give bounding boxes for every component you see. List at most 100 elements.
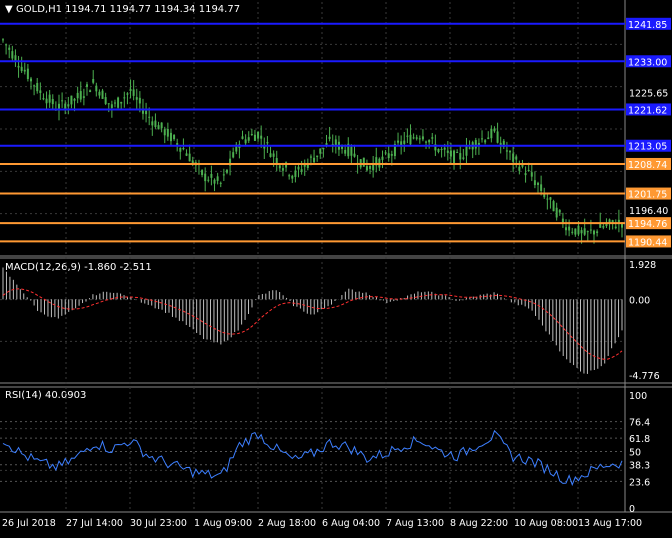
price-candle-body	[462, 157, 465, 159]
rsi-tick: 61.8	[629, 434, 650, 445]
price-candle-body	[29, 78, 32, 82]
price-candle-body	[20, 66, 23, 71]
price-candle-body	[247, 137, 250, 141]
price-candle-body	[558, 210, 561, 213]
price-candle-body	[397, 140, 400, 143]
price-candle-body	[580, 230, 583, 234]
price-candle-body	[70, 95, 73, 105]
price-candle-body	[334, 139, 337, 146]
symbol-dropdown-arrow[interactable]: ▼	[5, 4, 13, 15]
price-candle-body	[589, 229, 592, 231]
price-candle-body	[443, 147, 446, 150]
price-candle-body	[515, 156, 518, 160]
price-candle-body	[244, 139, 247, 144]
price-candle-body	[39, 90, 42, 93]
price-candle-body	[309, 156, 312, 158]
price-candle-body	[101, 90, 104, 99]
price-candle-body	[428, 139, 431, 143]
price-candle-body	[583, 228, 586, 235]
price-candle-body	[107, 103, 110, 105]
rsi-title: RSI(14) 40.0903	[5, 390, 86, 401]
price-candle-body	[294, 170, 297, 177]
price-candle-body	[154, 120, 157, 127]
price-candle-body	[104, 97, 107, 104]
price-candle-body	[465, 146, 468, 156]
price-candle-body	[425, 141, 428, 143]
time-axis-label: 7 Aug 13:00	[386, 518, 444, 529]
price-candle-body	[418, 138, 421, 140]
orange-level-label: 1201.75	[628, 190, 667, 201]
price-candle-body	[5, 44, 8, 46]
price-candle-body	[89, 90, 92, 92]
rsi-tick: 50	[629, 448, 641, 459]
macd-tick: 1.928	[629, 260, 656, 271]
price-candle-body	[67, 104, 70, 107]
price-candle-body	[593, 230, 596, 235]
price-candle-body	[362, 157, 365, 167]
blue-level-label: 1213.05	[628, 142, 667, 153]
price-candle-body	[157, 125, 160, 130]
price-candle-body	[369, 166, 372, 169]
price-candle-body	[79, 91, 82, 100]
price-candle-body	[577, 225, 580, 235]
price-candle-body	[387, 153, 390, 159]
price-candle-body	[381, 156, 384, 160]
price-candle-body	[406, 135, 409, 137]
price-candle-body	[169, 132, 172, 142]
orange-level-label: 1194.76	[628, 219, 667, 230]
price-candle-body	[210, 174, 213, 178]
price-candle-body	[219, 182, 222, 184]
price-candle-body	[614, 226, 617, 229]
chart-canvas[interactable]: ▼ GOLD,H1 1194.71 1194.77 1194.34 1194.7…	[0, 0, 672, 538]
price-candle-body	[322, 147, 325, 150]
price-candle-body	[344, 149, 347, 154]
price-candle-body	[163, 129, 166, 136]
price-candle-body	[135, 97, 138, 100]
price-candle-body	[446, 150, 449, 153]
orange-level-label: 1208.74	[628, 160, 667, 171]
price-candle-body	[555, 207, 558, 218]
price-candle-body	[384, 152, 387, 154]
price-candle-body	[390, 154, 393, 156]
price-candle-body	[36, 82, 39, 92]
price-candle-body	[291, 175, 294, 179]
price-candle-body	[546, 198, 549, 200]
price-candle-body	[129, 88, 132, 92]
price-candle-body	[160, 122, 163, 129]
price-candle-body	[602, 226, 605, 228]
price-candle-body	[353, 153, 356, 157]
price-candle-body	[2, 39, 4, 41]
price-candle-body	[166, 128, 169, 137]
price-candle-body	[313, 157, 316, 163]
price-candle-body	[571, 231, 574, 233]
time-axis-label: 26 Jul 2018	[2, 518, 56, 529]
price-candle-body	[110, 104, 113, 108]
price-candle-body	[225, 169, 228, 173]
price-candle-body	[182, 147, 185, 150]
price-candle-body	[412, 137, 415, 139]
price-candle-body	[17, 65, 20, 68]
price-candle-body	[232, 152, 235, 158]
price-candle-body	[278, 165, 281, 169]
price-candle-body	[260, 135, 263, 139]
price-candle-body	[487, 137, 490, 140]
price-candle-body	[45, 98, 48, 104]
rsi-tick: 0	[629, 504, 635, 515]
price-candle-body	[288, 175, 291, 177]
time-axis-label: 10 Aug 08:00	[514, 518, 578, 529]
price-candle-body	[222, 174, 225, 176]
price-candle-body	[533, 180, 536, 186]
price-candle-body	[11, 51, 14, 59]
price-candle-body	[350, 146, 353, 156]
price-candle-body	[527, 169, 530, 171]
price-candle-body	[51, 99, 54, 105]
price-candle-body	[272, 153, 275, 157]
price-tick: 1196.40	[629, 206, 668, 217]
blue-level-label: 1221.62	[628, 105, 667, 116]
chart-window[interactable]: ▼ GOLD,H1 1194.71 1194.77 1194.34 1194.7…	[0, 0, 672, 538]
time-axis-label: 13 Aug 17:00	[578, 518, 642, 529]
price-candle-body	[85, 84, 88, 87]
price-candle-body	[421, 136, 424, 140]
time-axis-label: 2 Aug 18:00	[258, 518, 316, 529]
price-candle-body	[42, 98, 45, 100]
